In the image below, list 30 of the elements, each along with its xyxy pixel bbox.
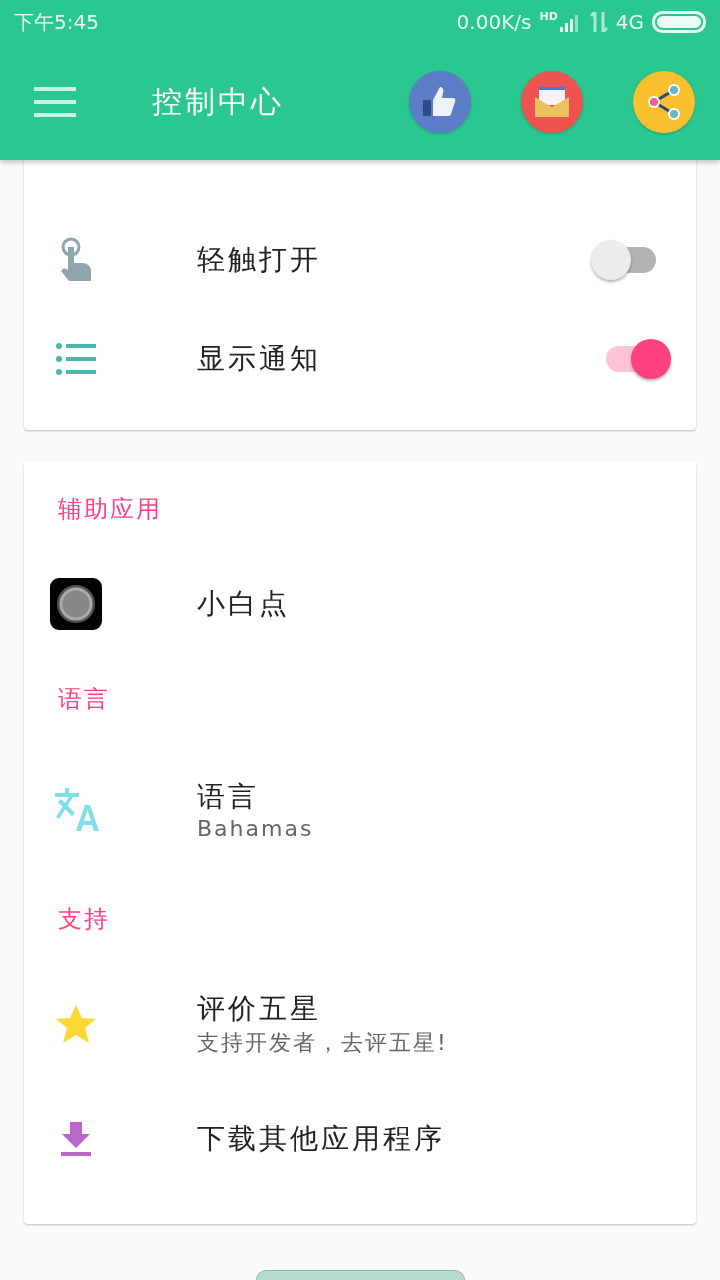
- menu-icon[interactable]: [34, 87, 76, 117]
- section-header: 辅助应用: [57, 494, 163, 525]
- status-time: 下午5:45: [14, 8, 99, 36]
- like-button[interactable]: [409, 71, 471, 133]
- item-title[interactable]: 语言: [197, 777, 314, 816]
- app-title: 控制中心: [152, 82, 285, 121]
- data-arrows-icon: [589, 12, 608, 32]
- share-icon: [646, 84, 682, 120]
- item-subtitle: Bahamas: [197, 815, 314, 841]
- mail-button[interactable]: [521, 71, 583, 133]
- star-icon: [56, 1005, 96, 1043]
- mail-icon: [535, 87, 569, 117]
- item-title[interactable]: 评价五星: [197, 990, 448, 1028]
- download-icon: [61, 1122, 91, 1156]
- list-icon: [56, 342, 96, 375]
- item-title[interactable]: 小白点: [197, 585, 290, 623]
- item-title[interactable]: 下载其他应用程序: [197, 1120, 445, 1158]
- share-button[interactable]: [633, 71, 695, 133]
- battery-icon: [652, 11, 706, 33]
- network-speed: 0.00K/s: [456, 10, 532, 34]
- thumbs-up-icon: [423, 86, 457, 118]
- network-type: 4G: [615, 10, 644, 34]
- section-header: 支持: [57, 904, 111, 935]
- hd-label: HD: [539, 10, 558, 23]
- setting-label: 显示通知: [197, 340, 322, 377]
- setting-label: 轻触打开: [197, 241, 322, 278]
- pointing-hand-icon: [59, 236, 93, 283]
- item-subtitle: 支持开发者，去评五星!: [197, 1029, 448, 1057]
- translate-icon: [53, 787, 99, 831]
- section-header: 语言: [57, 684, 111, 715]
